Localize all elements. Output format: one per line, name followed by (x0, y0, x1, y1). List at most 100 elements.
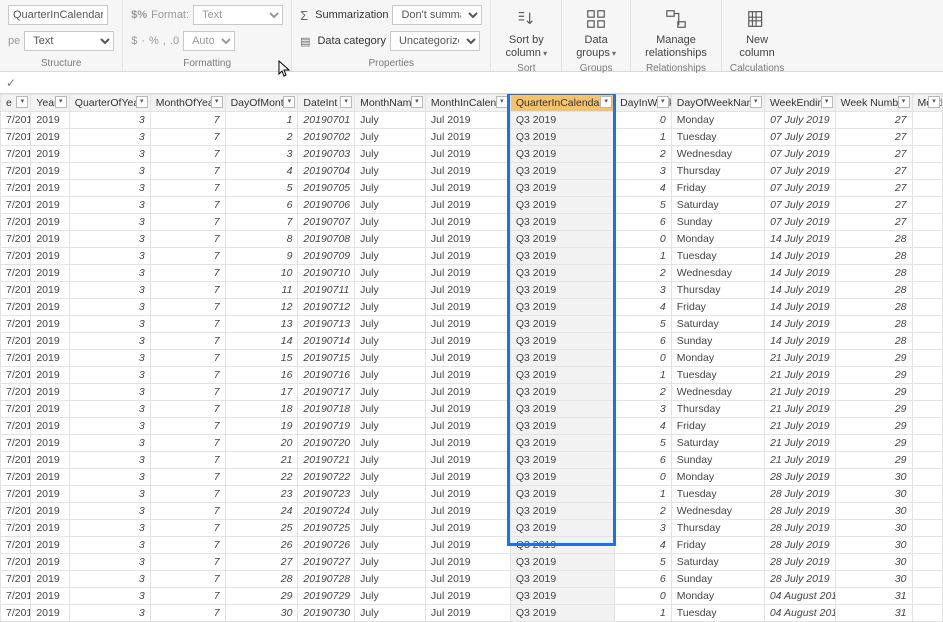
cell-QuarterInCalendar[interactable]: Q3 2019 (510, 180, 614, 197)
cell-MonthOfYear[interactable]: 7 (150, 588, 225, 605)
column-header-QuarterInCalendar[interactable]: QuarterInCalendar▾ (510, 95, 614, 112)
cell-DateInt[interactable]: 20190707 (298, 214, 355, 231)
cell-datetrunc[interactable]: 7/2019 (1, 282, 31, 299)
cell-Year[interactable]: 2019 (31, 197, 69, 214)
cell-MonthName[interactable]: July (355, 554, 426, 571)
cell-MonthOfYear[interactable]: 7 (150, 112, 225, 129)
table-row[interactable]: 7/2019201937720190707JulyJul 2019Q3 2019… (1, 214, 943, 231)
formula-bar[interactable] (0, 72, 943, 94)
table-row[interactable]: 7/20192019372620190726JulyJul 2019Q3 201… (1, 537, 943, 554)
cell-WeekEnding[interactable]: 14 July 2019 (764, 231, 835, 248)
cell-WeekEnding[interactable]: 07 July 2019 (764, 129, 835, 146)
cell-QuarterOfYear[interactable]: 3 (69, 452, 150, 469)
cell-MonthInCalendar[interactable]: Jul 2019 (425, 333, 510, 350)
cell-DayOfMonth[interactable]: 15 (225, 350, 298, 367)
table-row[interactable]: 7/20192019371920190719JulyJul 2019Q3 201… (1, 418, 943, 435)
cell-DateInt[interactable]: 20190716 (298, 367, 355, 384)
cell-MonthInCalendar[interactable]: Jul 2019 (425, 112, 510, 129)
cell-WeekEnding[interactable]: 21 July 2019 (764, 384, 835, 401)
table-row[interactable]: 7/2019201937820190708JulyJul 2019Q3 2019… (1, 231, 943, 248)
cell-DayOfMonth[interactable]: 20 (225, 435, 298, 452)
cell-QuarterInCalendar[interactable]: Q3 2019 (510, 418, 614, 435)
column-header-QuarterOfYear[interactable]: QuarterOfYear▾ (69, 95, 150, 112)
cell-QuarterInCalendar[interactable]: Q3 2019 (510, 129, 614, 146)
cell-DayOfWeekName[interactable]: Thursday (671, 401, 764, 418)
cell-MonthInCalendar[interactable]: Jul 2019 (425, 435, 510, 452)
cell-MonthOfYear[interactable]: 7 (150, 367, 225, 384)
column-header-datetrunc[interactable]: e▾ (1, 95, 31, 112)
cell-DayOfMonth[interactable]: 12 (225, 299, 298, 316)
cell-DayOfMonth[interactable]: 30 (225, 605, 298, 622)
cell-WeekNumber[interactable]: 27 (835, 180, 912, 197)
cell-DayOfWeekName[interactable]: Tuesday (671, 486, 764, 503)
cell-datetrunc[interactable]: 7/2019 (1, 350, 31, 367)
cell-MonthLast[interactable] (912, 129, 942, 146)
cell-DayInWeek[interactable]: 3 (615, 163, 672, 180)
data-category-select[interactable]: Uncategorized (390, 31, 480, 51)
column-header-MonthOfYear[interactable]: MonthOfYear▾ (150, 95, 225, 112)
cell-Year[interactable]: 2019 (31, 452, 69, 469)
cell-MonthInCalendar[interactable]: Jul 2019 (425, 180, 510, 197)
cell-datetrunc[interactable]: 7/2019 (1, 146, 31, 163)
cell-MonthInCalendar[interactable]: Jul 2019 (425, 401, 510, 418)
cell-MonthInCalendar[interactable]: Jul 2019 (425, 554, 510, 571)
filter-icon[interactable]: ▾ (928, 96, 940, 108)
cell-WeekNumber[interactable]: 30 (835, 469, 912, 486)
cell-QuarterOfYear[interactable]: 3 (69, 299, 150, 316)
cell-DayOfWeekName[interactable]: Monday (671, 231, 764, 248)
cell-DayOfMonth[interactable]: 17 (225, 384, 298, 401)
cell-WeekNumber[interactable]: 28 (835, 248, 912, 265)
cell-MonthName[interactable]: July (355, 299, 426, 316)
cell-Year[interactable]: 2019 (31, 367, 69, 384)
cell-MonthInCalendar[interactable]: Jul 2019 (425, 537, 510, 554)
cell-MonthLast[interactable] (912, 350, 942, 367)
filter-icon[interactable]: ▾ (496, 96, 508, 108)
cell-MonthName[interactable]: July (355, 333, 426, 350)
cell-WeekEnding[interactable]: 28 July 2019 (764, 520, 835, 537)
cell-QuarterOfYear[interactable]: 3 (69, 316, 150, 333)
filter-icon[interactable]: ▾ (750, 96, 762, 108)
cell-MonthLast[interactable] (912, 554, 942, 571)
cell-WeekNumber[interactable]: 29 (835, 401, 912, 418)
cell-DayOfWeekName[interactable]: Wednesday (671, 384, 764, 401)
cell-DayInWeek[interactable]: 2 (615, 265, 672, 282)
cell-Year[interactable]: 2019 (31, 469, 69, 486)
table-row[interactable]: 7/20192019372820190728JulyJul 2019Q3 201… (1, 571, 943, 588)
cell-MonthOfYear[interactable]: 7 (150, 520, 225, 537)
cell-DayOfWeekName[interactable]: Saturday (671, 197, 764, 214)
cell-DateInt[interactable]: 20190714 (298, 333, 355, 350)
cell-MonthOfYear[interactable]: 7 (150, 503, 225, 520)
cell-WeekNumber[interactable]: 31 (835, 605, 912, 622)
cell-QuarterInCalendar[interactable]: Q3 2019 (510, 265, 614, 282)
column-name-input[interactable] (8, 5, 108, 25)
table-row[interactable]: 7/20192019372020190720JulyJul 2019Q3 201… (1, 435, 943, 452)
cell-DayOfWeekName[interactable]: Friday (671, 537, 764, 554)
cell-MonthOfYear[interactable]: 7 (150, 605, 225, 622)
cell-DayOfWeekName[interactable]: Monday (671, 469, 764, 486)
cell-MonthOfYear[interactable]: 7 (150, 282, 225, 299)
cell-MonthInCalendar[interactable]: Jul 2019 (425, 469, 510, 486)
cell-WeekEnding[interactable]: 28 July 2019 (764, 554, 835, 571)
cell-MonthOfYear[interactable]: 7 (150, 350, 225, 367)
cell-MonthLast[interactable] (912, 469, 942, 486)
cell-MonthInCalendar[interactable]: Jul 2019 (425, 452, 510, 469)
cell-MonthName[interactable]: July (355, 469, 426, 486)
cell-MonthInCalendar[interactable]: Jul 2019 (425, 384, 510, 401)
decimal-places-select[interactable]: Auto (183, 31, 235, 51)
currency-button[interactable]: $ (131, 35, 137, 47)
cell-DayInWeek[interactable]: 5 (615, 197, 672, 214)
cell-MonthOfYear[interactable]: 7 (150, 571, 225, 588)
cell-DayInWeek[interactable]: 2 (615, 503, 672, 520)
cell-MonthName[interactable]: July (355, 367, 426, 384)
cell-MonthOfYear[interactable]: 7 (150, 384, 225, 401)
cell-MonthInCalendar[interactable]: Jul 2019 (425, 350, 510, 367)
cell-WeekNumber[interactable]: 30 (835, 503, 912, 520)
cell-MonthName[interactable]: July (355, 435, 426, 452)
cell-DayOfWeekName[interactable]: Monday (671, 588, 764, 605)
cell-QuarterInCalendar[interactable]: Q3 2019 (510, 146, 614, 163)
cell-DayInWeek[interactable]: 1 (615, 367, 672, 384)
cell-DayInWeek[interactable]: 6 (615, 571, 672, 588)
cell-DateInt[interactable]: 20190719 (298, 418, 355, 435)
cell-DayOfMonth[interactable]: 27 (225, 554, 298, 571)
cell-datetrunc[interactable]: 7/2019 (1, 452, 31, 469)
